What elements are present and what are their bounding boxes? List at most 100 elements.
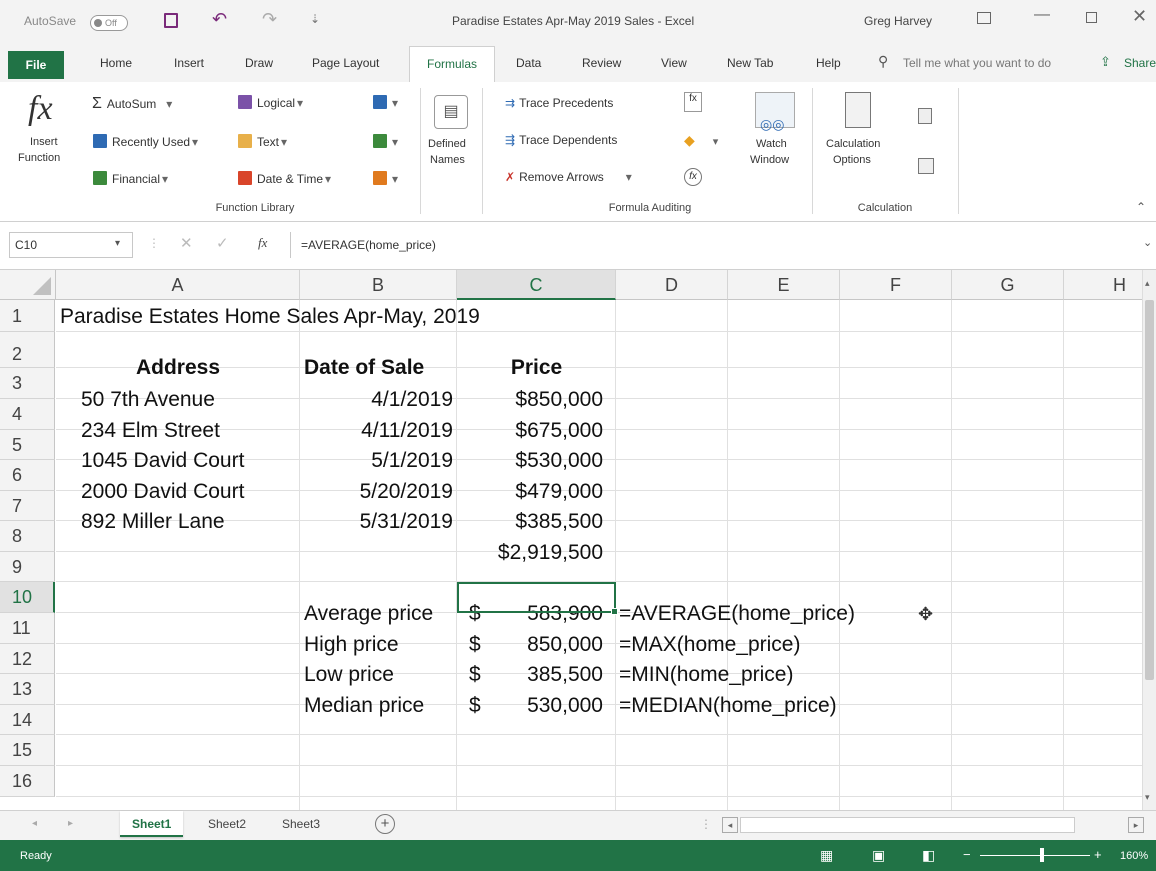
column-header-a[interactable]: A [56,270,300,300]
stat-value-cell[interactable]: 850,000 [490,633,603,657]
row-header-9[interactable]: 9 [0,552,55,582]
watch-window-label-1[interactable]: Watch [756,138,787,150]
stat-label-cell[interactable]: High price [304,633,399,657]
date-cell[interactable]: 4/1/2019 [300,388,453,412]
more-functions-button[interactable]: ▾ [373,171,398,186]
text-button[interactable]: Text ▾ [238,134,287,149]
next-sheet-icon[interactable]: ▸ [68,818,73,829]
add-sheet-icon[interactable]: + [375,814,395,834]
save-icon[interactable] [164,13,178,28]
calc-options-label-2[interactable]: Options [833,154,871,166]
calc-options-label-1[interactable]: Calculation [826,138,880,150]
financial-button[interactable]: Financial ▾ [93,171,168,186]
autosave-toggle[interactable]: Off [90,15,128,31]
prev-sheet-icon[interactable]: ◂ [32,818,37,829]
evaluate-formula-icon[interactable]: fx [684,168,702,186]
row-header-4[interactable]: 4 [0,399,55,430]
column-header-g[interactable]: G [952,270,1064,300]
tab-data[interactable]: Data [516,56,541,70]
price-cell[interactable]: $530,000 [457,449,603,473]
row-header-6[interactable]: 6 [0,460,55,491]
stat-value-cell[interactable]: 530,000 [490,694,603,718]
scroll-up-icon[interactable]: ▴ [1145,278,1150,289]
error-checking-icon[interactable]: ◆ ▾ [684,132,718,149]
price-cell[interactable]: $479,000 [457,480,603,504]
stat-formula-cell[interactable]: =MIN(home_price) [619,663,793,687]
address-cell[interactable]: 892 Miller Lane [81,510,225,534]
name-box-dropdown-icon[interactable]: ▾ [115,238,120,249]
share-button[interactable]: Share [1124,56,1156,70]
trace-precedents-button[interactable]: ⇉ Trace Precedents [505,96,613,110]
date-cell[interactable]: 5/1/2019 [300,449,453,473]
header-price[interactable]: Price [457,356,616,380]
header-date[interactable]: Date of Sale [304,356,424,380]
scroll-right-icon[interactable]: ▸ [1128,817,1144,833]
scroll-down-icon[interactable]: ▾ [1145,792,1150,803]
row-header-13[interactable]: 13 [0,674,55,705]
stat-formula-cell[interactable]: =MEDIAN(home_price) [619,694,837,718]
tab-page-layout[interactable]: Page Layout [312,56,379,70]
row-header-12[interactable]: 12 [0,644,55,674]
row-header-5[interactable]: 5 [0,430,55,460]
stat-label-cell[interactable]: Low price [304,663,394,687]
total-price-cell[interactable]: $2,919,500 [457,541,603,565]
enter-icon[interactable]: ✓ [216,234,229,252]
expand-formula-bar-icon[interactable]: ⌄ [1143,236,1152,249]
math-trig-button[interactable]: ▾ [373,134,398,149]
address-cell[interactable]: 1045 David Court [81,449,244,473]
select-all-corner[interactable] [0,270,56,300]
tab-home[interactable]: Home [100,56,132,70]
fill-handle[interactable] [611,608,618,615]
cancel-icon[interactable]: ✕ [180,234,193,252]
logical-button[interactable]: Logical ▾ [238,95,303,110]
stat-label-cell[interactable]: Median price [304,694,424,718]
stat-value-cell[interactable]: 385,500 [490,663,603,687]
tab-draw[interactable]: Draw [245,56,273,70]
search-icon[interactable]: ⚲ [878,53,888,70]
zoom-slider-thumb[interactable] [1040,848,1044,862]
quick-access-menu-icon[interactable]: ⇣ [310,12,320,26]
page-layout-view-icon[interactable]: ▣ [872,847,885,864]
insert-function-label-1[interactable]: Insert [30,136,58,148]
lookup-reference-button[interactable]: ▾ [373,95,398,110]
column-header-f[interactable]: F [840,270,952,300]
ribbon-display-icon[interactable] [977,12,991,24]
split-handle-icon[interactable]: ⋮ [700,817,712,831]
date-cell[interactable]: 4/11/2019 [300,419,453,443]
stat-formula-cell[interactable]: =MAX(home_price) [619,633,800,657]
tab-help[interactable]: Help [816,56,841,70]
row-header-2[interactable]: 2 [0,332,55,368]
undo-icon[interactable]: ↶ [212,9,227,30]
column-header-d[interactable]: D [616,270,728,300]
vertical-scrollbar[interactable]: ▴ ▾ [1142,270,1156,810]
zoom-out-icon[interactable]: − [963,847,971,862]
defined-names-icon[interactable]: ▤ [434,95,468,129]
insert-function-label-2[interactable]: Function [18,152,60,164]
tab-formulas[interactable]: Formulas [409,46,495,83]
row-header-1[interactable]: 1 [0,300,55,332]
header-address[interactable]: Address [56,356,300,380]
autosum-button[interactable]: Σ AutoSum ▾ [92,95,172,113]
address-cell[interactable]: 50 7th Avenue [81,388,215,412]
user-name[interactable]: Greg Harvey [864,14,932,28]
tab-file[interactable]: File [8,51,64,79]
restore-icon[interactable] [1086,12,1097,23]
date-cell[interactable]: 5/20/2019 [300,480,453,504]
date-time-button[interactable]: Date & Time ▾ [238,171,331,186]
minimize-icon[interactable]: — [1034,6,1050,24]
zoom-level[interactable]: 160% [1120,850,1148,862]
row-header-11[interactable]: 11 [0,613,55,644]
collapse-ribbon-icon[interactable]: ⌃ [1136,200,1146,214]
column-header-b[interactable]: B [300,270,457,300]
normal-view-icon[interactable]: ▦ [820,847,833,864]
address-cell[interactable]: 2000 David Court [81,480,244,504]
row-header-15[interactable]: 15 [0,735,55,766]
defined-names-label-1[interactable]: Defined [428,138,466,150]
sheet-tab-sheet2[interactable]: Sheet2 [196,811,258,837]
row-header-8[interactable]: 8 [0,521,55,552]
tab-new-tab[interactable]: New Tab [727,56,773,70]
redo-icon[interactable]: ↷ [262,9,277,30]
stat-label-cell[interactable]: Average price [304,602,433,626]
horizontal-scrollbar[interactable] [740,817,1075,833]
price-cell[interactable]: $675,000 [457,419,603,443]
